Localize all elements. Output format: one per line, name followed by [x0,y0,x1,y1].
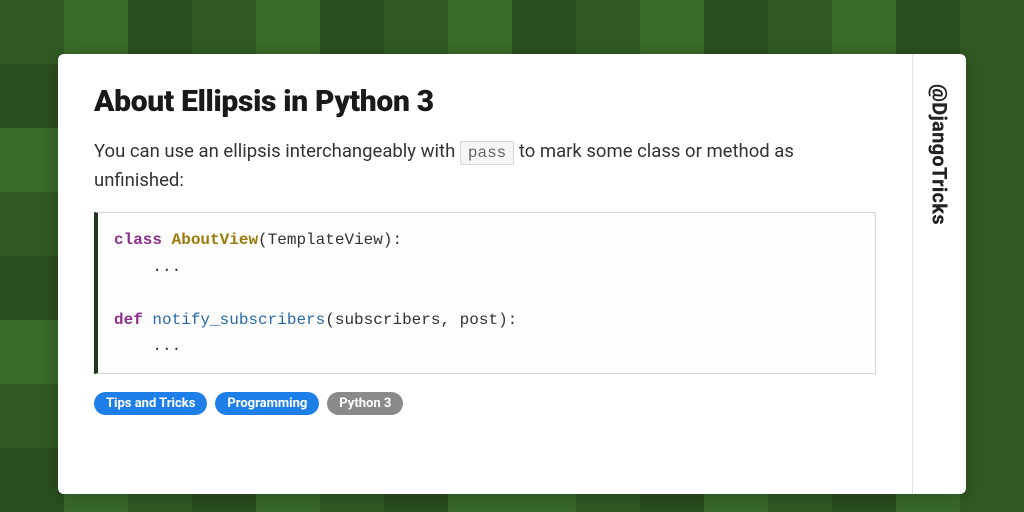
description: You can use an ellipsis interchangeably … [94,137,876,194]
author-handle: @DjangoTricks [928,84,952,225]
main-column: About Ellipsis in Python 3 You can use a… [58,54,912,494]
function-name: notify_subscribers [143,311,325,329]
code-ellipsis-1: ... [114,258,181,276]
inline-code-pass: pass [460,141,514,165]
side-column: @DjangoTricks [912,54,966,494]
tag-python-3[interactable]: Python 3 [327,392,403,415]
class-signature-rest: (TemplateView): [258,231,402,249]
keyword-def: def [114,311,143,329]
content-card: About Ellipsis in Python 3 You can use a… [58,54,966,494]
code-ellipsis-2: ... [114,337,181,355]
page-title: About Ellipsis in Python 3 [94,84,876,119]
function-signature-rest: (subscribers, post): [325,311,517,329]
tag-tips-and-tricks[interactable]: Tips and Tricks [94,392,207,415]
keyword-class: class [114,231,162,249]
tag-list: Tips and Tricks Programming Python 3 [94,392,876,415]
description-text-pre: You can use an ellipsis interchangeably … [94,140,460,162]
tag-programming[interactable]: Programming [215,392,319,415]
code-block: class AboutView(TemplateView): ... def n… [94,212,876,374]
class-name: AboutView [172,231,258,249]
